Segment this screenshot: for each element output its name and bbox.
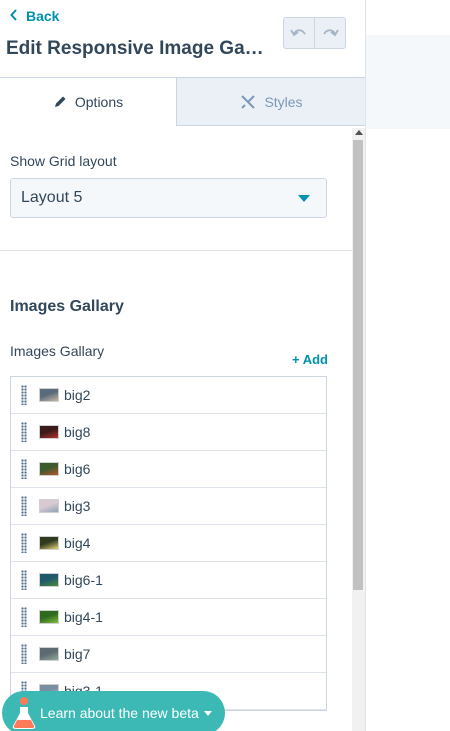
preview-area — [366, 0, 450, 731]
list-item-label: big4 — [64, 535, 91, 551]
pencil-icon — [54, 96, 66, 107]
list-item[interactable]: big3 — [11, 488, 326, 525]
list-item[interactable]: big6-1 — [11, 562, 326, 599]
tab-options[interactable]: Options — [0, 78, 176, 126]
list-item[interactable]: big7 — [11, 636, 326, 673]
list-item-label: big6-1 — [64, 572, 103, 588]
drag-handle-icon[interactable] — [21, 570, 27, 590]
chevron-left-icon — [10, 9, 18, 23]
gallery-field-label: Images Gallary — [10, 343, 105, 359]
image-thumbnail — [39, 536, 59, 550]
image-thumbnail — [39, 573, 59, 587]
list-item[interactable]: big6 — [11, 451, 326, 488]
list-item[interactable]: big4 — [11, 525, 326, 562]
image-thumbnail — [39, 499, 59, 513]
tab-options-label: Options — [74, 94, 124, 110]
drag-handle-icon[interactable] — [21, 422, 27, 442]
brush-icon — [241, 94, 256, 109]
list-item-label: big2 — [64, 387, 91, 403]
scrollbar-thumb[interactable] — [353, 140, 363, 590]
image-thumbnail — [39, 610, 59, 624]
drag-handle-icon[interactable] — [21, 496, 27, 516]
undo-icon — [290, 29, 306, 37]
list-item-label: big8 — [64, 424, 91, 440]
image-thumbnail — [39, 388, 59, 402]
editor-panel: Back Edit Responsive Image Gallery Optio… — [0, 0, 366, 731]
grid-layout-select[interactable]: Layout 5 — [10, 178, 327, 218]
back-link[interactable]: Back — [10, 8, 59, 24]
preview-placeholder — [366, 35, 450, 129]
page-title: Edit Responsive Image Gallery — [6, 38, 268, 59]
drag-handle-icon[interactable] — [21, 459, 27, 479]
image-thumbnail — [39, 462, 59, 476]
list-item-label: big7 — [64, 646, 91, 662]
tab-styles[interactable]: Styles — [176, 78, 365, 126]
list-item-label: big4-1 — [64, 609, 103, 625]
drag-handle-icon[interactable] — [21, 385, 27, 405]
list-item-label: big3 — [64, 498, 91, 514]
list-item-label: big6 — [64, 461, 91, 477]
tab-bar: Options Styles — [0, 77, 365, 126]
learn-beta-button[interactable]: Learn about the new beta — [2, 691, 225, 731]
grid-layout-value: Layout 5 — [21, 189, 83, 206]
undo-button[interactable] — [284, 18, 314, 48]
undo-redo-group — [283, 17, 346, 49]
grid-layout-label: Show Grid layout — [10, 153, 117, 169]
chevron-down-icon — [203, 710, 212, 716]
drag-handle-icon[interactable] — [21, 607, 27, 627]
redo-button[interactable] — [314, 18, 345, 48]
scrollbar[interactable] — [352, 128, 365, 731]
beta-label: Learn about the new beta — [40, 705, 199, 721]
image-thumbnail — [39, 425, 59, 439]
drag-handle-icon[interactable] — [21, 533, 27, 553]
section-title: Images Gallary — [10, 298, 124, 315]
add-image-button[interactable]: + Add — [292, 352, 328, 367]
list-item[interactable]: big8 — [11, 414, 326, 451]
flask-icon — [4, 693, 44, 731]
list-item[interactable]: big4-1 — [11, 599, 326, 636]
scroll-up-arrow[interactable] — [355, 130, 363, 135]
divider — [0, 250, 352, 251]
drag-handle-icon[interactable] — [21, 644, 27, 664]
gallery-list: big2big8big6big3big4big6-1big4-1big7big3… — [10, 376, 327, 711]
chevron-down-icon — [298, 195, 310, 202]
list-item[interactable]: big2 — [11, 377, 326, 414]
tab-styles-label: Styles — [264, 93, 303, 110]
back-label: Back — [26, 8, 60, 24]
redo-icon — [323, 29, 339, 37]
image-thumbnail — [39, 647, 59, 661]
